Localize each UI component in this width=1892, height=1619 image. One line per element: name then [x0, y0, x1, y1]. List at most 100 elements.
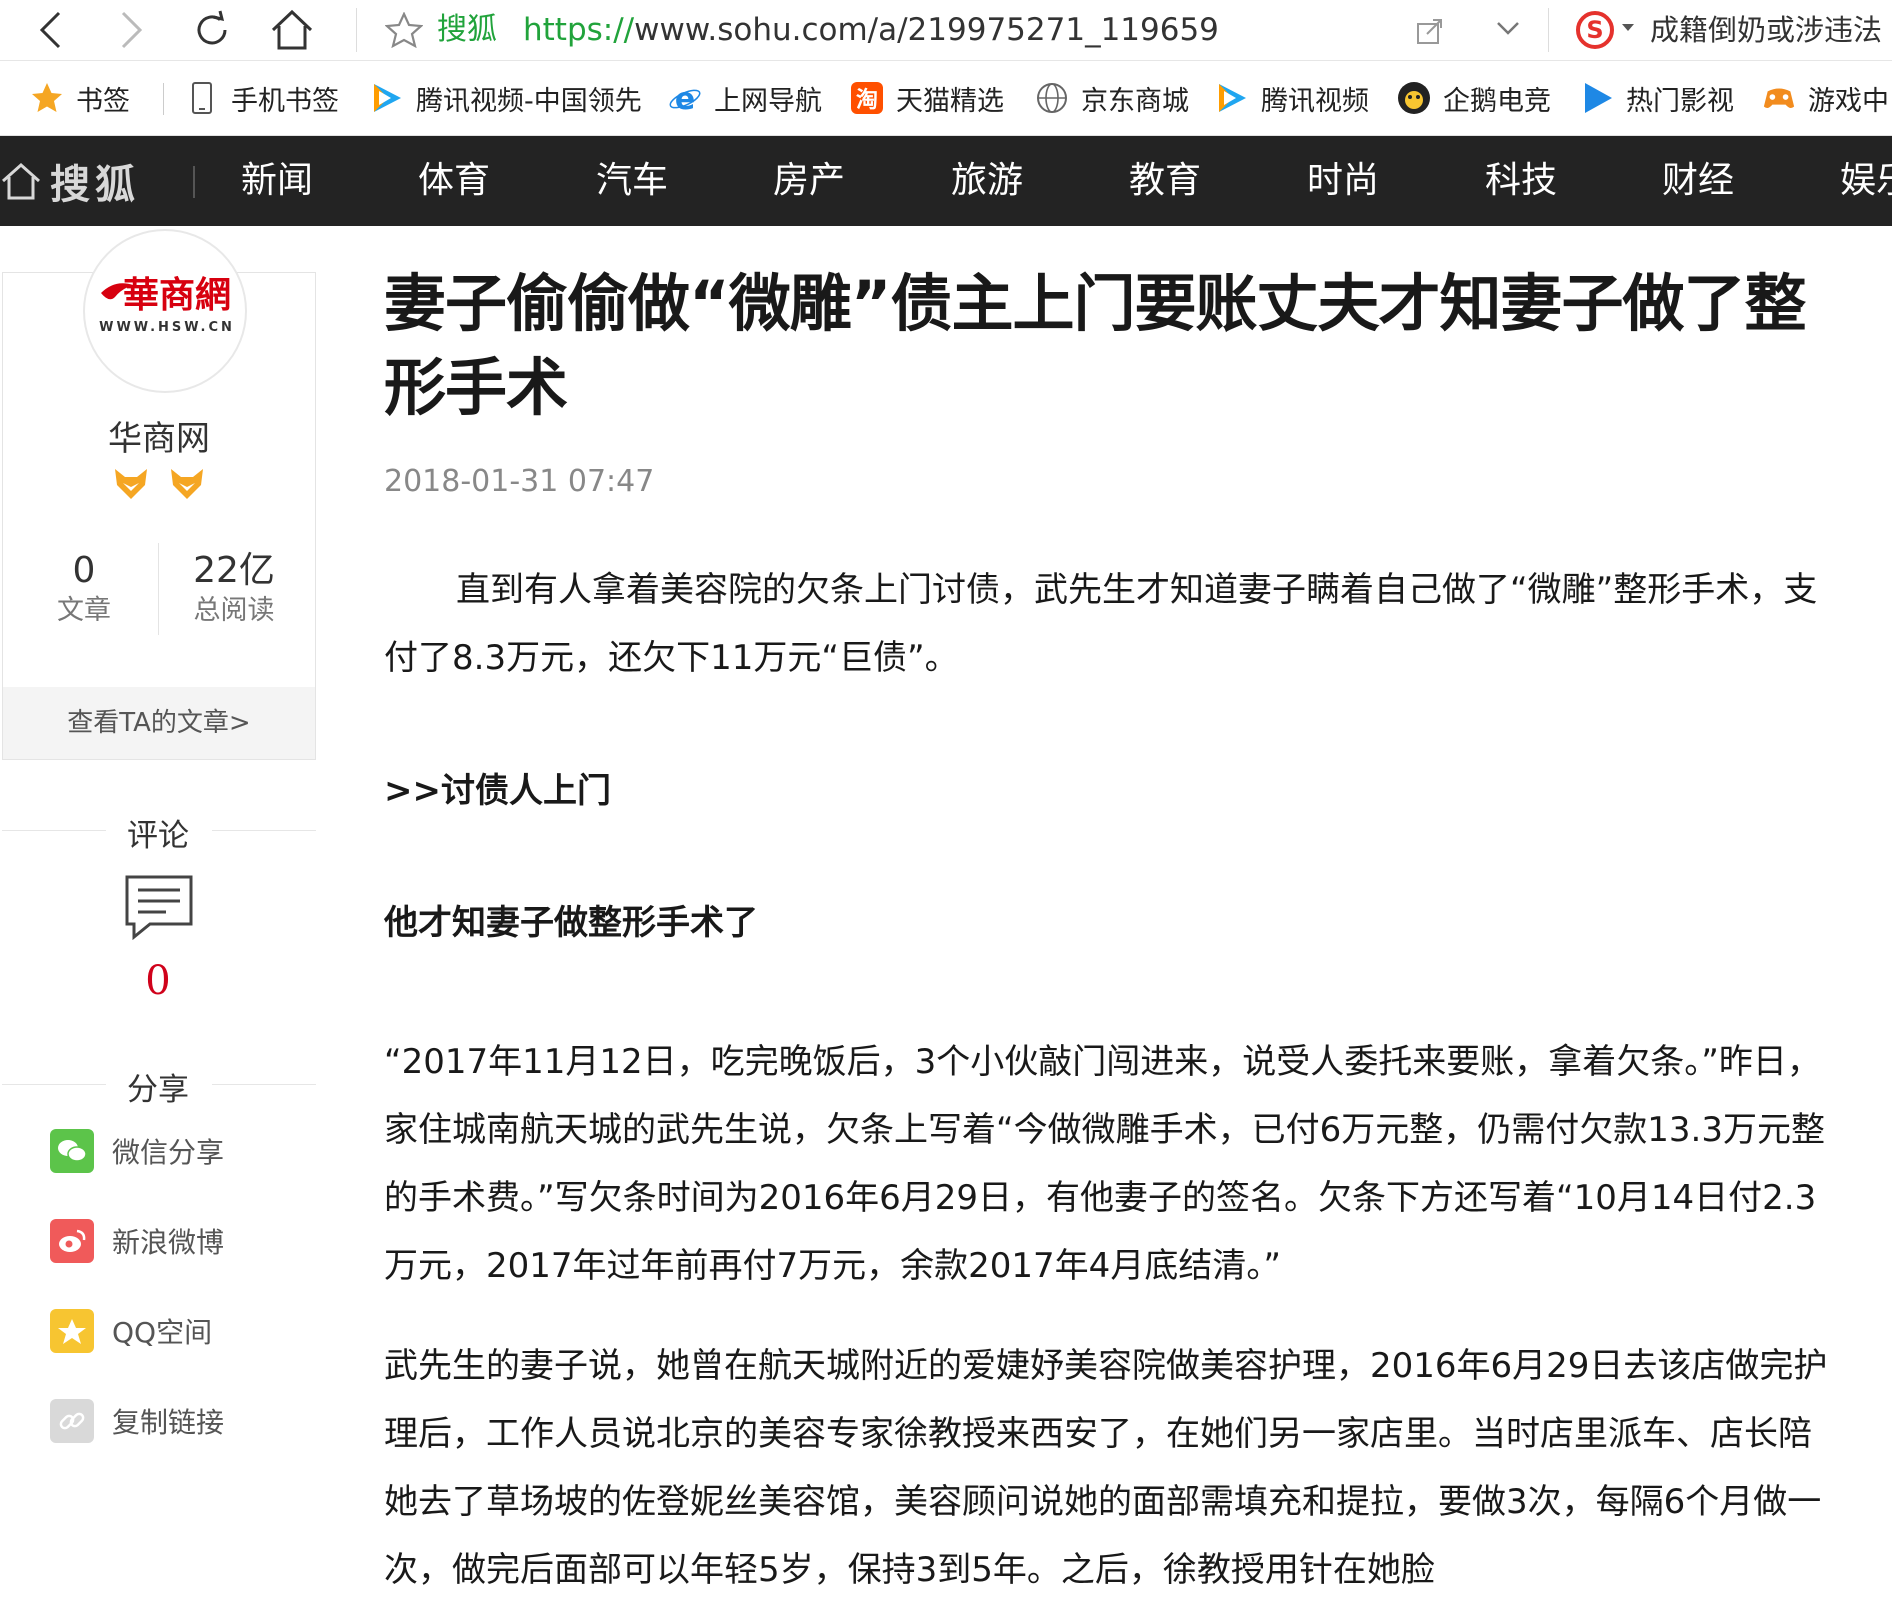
reload-icon [197, 10, 227, 45]
bookmark-item[interactable]: 淘 天猫精选 [850, 80, 1004, 117]
bookmarks-bar: 书签 手机书签 腾讯视频-中国领先 e 上网导航 淘 天猫精选 京东商城 腾讯视… [0, 61, 1892, 136]
home-icon [271, 9, 313, 50]
sogou-search-icon[interactable]: S [1575, 10, 1615, 50]
link-icon [50, 1399, 94, 1443]
channel-auto[interactable]: 汽车 [596, 158, 668, 204]
author-logo-url: WWW.HSW.CN [99, 320, 235, 335]
bookmark-item[interactable]: 企鹅电竞 [1397, 80, 1551, 117]
hsw-logo-icon: 華商網 WWW.HSW.CN [99, 274, 235, 335]
channel-news[interactable]: 新闻 [241, 158, 313, 204]
channel-finance[interactable]: 财经 [1662, 158, 1734, 204]
channel-fashion[interactable]: 时尚 [1307, 158, 1379, 204]
bookmark-item[interactable]: 热门影视 [1580, 80, 1734, 117]
articles-count: 0 [72, 550, 96, 591]
publish-time: 2018-01-31 07:47 [384, 464, 655, 499]
bookmark-label: 京东商城 [1081, 85, 1189, 117]
bookmark-separator [163, 83, 164, 115]
bookmark-item[interactable]: 腾讯视频-中国领先 [370, 80, 645, 116]
ie-icon: e [668, 81, 702, 115]
article-lead-paragraph: 直到有人拿着美容院的欠条上门讨债，武先生才知道妻子瞒着自己做了“微雕”整形手术，… [384, 570, 1818, 678]
article-paragraph: 武先生的妻子说，她曾在航天城附近的爱婕妤美容院做美容护理，2016年6月29日去… [384, 1346, 1828, 1590]
chevron-down-icon[interactable] [1495, 18, 1521, 38]
share-label: 微信分享 [112, 1136, 225, 1169]
gamepad-icon [1762, 81, 1796, 115]
svg-text:淘: 淘 [856, 87, 878, 113]
address-bar[interactable]: 搜狐 https://www.sohu.com/a/219975271_1196… [355, 4, 1535, 56]
url-path: www.sohu.com/a/219975271_119659 [634, 12, 1219, 48]
bookmark-item[interactable]: 书签 [30, 80, 130, 117]
comment-icon[interactable] [124, 874, 194, 940]
fox-badge-icon [171, 469, 203, 499]
comments-heading: 评论 [127, 818, 189, 854]
share-page-icon[interactable] [1415, 16, 1445, 46]
author-name[interactable]: 华商网 [3, 411, 315, 460]
share-label: QQ空间 [112, 1316, 213, 1349]
comment-count[interactable]: 0 [0, 958, 316, 1004]
play-icon [1580, 81, 1614, 115]
share-weibo-button[interactable]: 新浪微博 [50, 1218, 224, 1264]
back-button[interactable] [28, 8, 72, 52]
channel-education[interactable]: 教育 [1129, 158, 1201, 204]
tencent-video-icon [370, 81, 404, 115]
article-subheading: 他才知妻子做整形手术了 [384, 903, 758, 943]
share-wechat-button[interactable]: 微信分享 [50, 1128, 224, 1174]
hot-search-suggestion[interactable]: 成籍倒奶或涉违法 [1650, 12, 1882, 48]
bookmark-label: 企鹅电竞 [1443, 85, 1551, 117]
sohu-logo: 搜狐 [50, 162, 140, 208]
bookmark-item[interactable]: 游戏中 [1762, 80, 1889, 117]
author-avatar[interactable]: 華商網 WWW.HSW.CN [83, 229, 247, 393]
articles-label: 文章 [57, 595, 111, 626]
bookmark-item[interactable]: 腾讯视频 [1215, 80, 1369, 117]
wechat-icon [50, 1129, 94, 1173]
share-heading: 分享 [127, 1072, 189, 1108]
url-text[interactable]: https://www.sohu.com/a/219975271_119659 [523, 12, 1219, 48]
home-button[interactable] [270, 8, 314, 52]
article-paragraph: “2017年11月12日，吃完晚饭后，3个小伙敲门闯进来，说受人委托来要账，拿着… [384, 1042, 1825, 1286]
bookmark-item[interactable]: 手机书签 [185, 80, 339, 117]
channel-tech[interactable]: 科技 [1485, 158, 1557, 204]
channel-nav-bar: 搜狐 新闻 体育 汽车 房产 旅游 教育 时尚 科技 财经 娱乐 [0, 136, 1892, 226]
channel-travel[interactable]: 旅游 [951, 158, 1023, 204]
bookmark-item[interactable]: 京东商城 [1035, 80, 1189, 117]
bookmark-label: 游戏中 [1808, 85, 1889, 117]
view-author-articles-link[interactable]: 查看TA的文章> [3, 687, 315, 759]
bookmark-item[interactable]: e 上网导航 [668, 80, 822, 117]
share-label: 复制链接 [112, 1406, 225, 1439]
channel-sports[interactable]: 体育 [418, 158, 490, 204]
nav-divider [193, 166, 195, 198]
svg-text:e: e [675, 82, 695, 115]
share-label: 新浪微博 [112, 1226, 225, 1259]
browser-toolbar: 搜狐 https://www.sohu.com/a/219975271_1196… [0, 0, 1892, 61]
forward-button[interactable] [110, 8, 154, 52]
bookmark-label: 手机书签 [231, 85, 339, 117]
articles-stat: 0 文章 [9, 549, 159, 629]
sohu-home-link[interactable]: 搜狐 [0, 158, 140, 208]
channel-house[interactable]: 房产 [773, 158, 845, 204]
globe-icon [1035, 81, 1069, 115]
author-logo-text: 華商網 [123, 274, 231, 316]
article-title: 妻子偷偷做“微雕”债主上门要账丈夫才知妻子做了整形手术 [384, 267, 1807, 424]
back-arrow-icon [39, 11, 61, 49]
copy-link-button[interactable]: 复制链接 [50, 1398, 224, 1444]
share-qzone-button[interactable]: QQ空间 [50, 1308, 212, 1354]
home-icon [2, 162, 40, 200]
svg-text:S: S [1586, 16, 1603, 44]
bookmark-label: 腾讯视频-中国领先 [416, 85, 642, 117]
weibo-icon [50, 1219, 94, 1263]
reload-button[interactable] [190, 8, 234, 52]
search-engine-caret-icon[interactable] [1622, 24, 1634, 31]
author-badges [113, 467, 205, 501]
reads-count: 22亿 [193, 550, 275, 591]
article-subheading: >>讨债人上门 [384, 771, 611, 811]
channel-entertainment[interactable]: 娱乐 [1840, 158, 1892, 204]
taobao-icon: 淘 [850, 81, 884, 115]
reads-label: 总阅读 [193, 595, 275, 626]
forward-arrow-icon [121, 11, 143, 49]
bookmark-label: 书签 [76, 85, 130, 117]
toolbar-divider [1548, 8, 1549, 52]
bookmark-label: 天猫精选 [896, 85, 1004, 117]
url-scheme: https:// [523, 12, 635, 48]
penguin-icon [1397, 81, 1431, 115]
bookmark-star-icon[interactable] [385, 12, 423, 48]
qzone-star-icon [50, 1309, 94, 1353]
